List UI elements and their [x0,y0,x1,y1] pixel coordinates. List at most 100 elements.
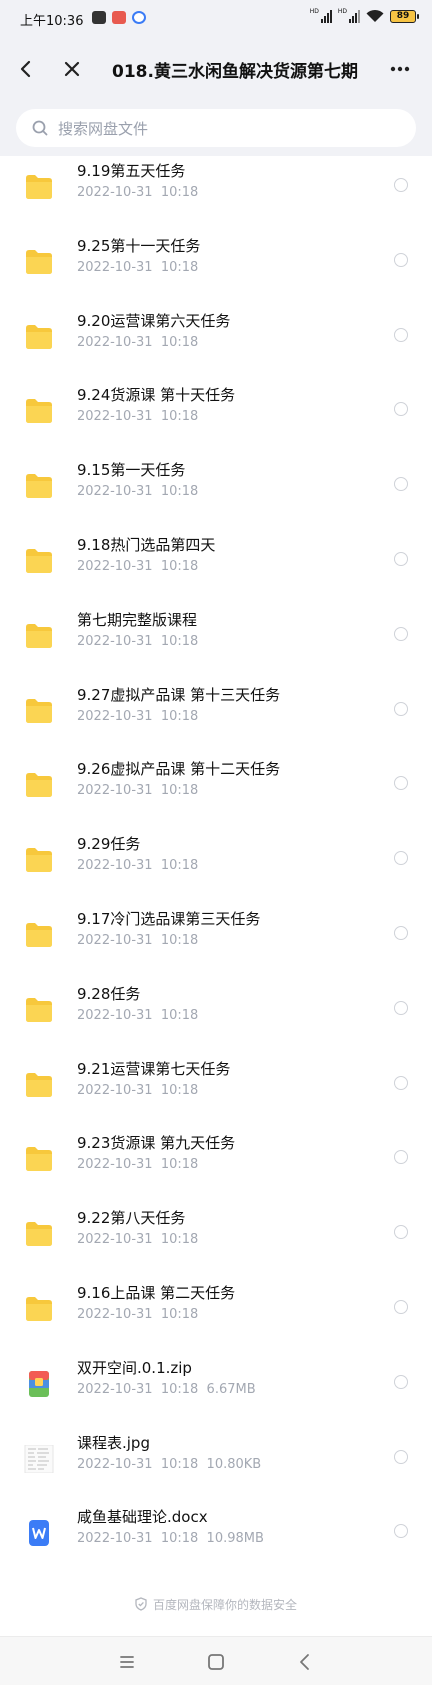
file-row[interactable]: 9.22第八天任务 2022-10-31 10:18 [0,1203,432,1278]
select-radio[interactable] [394,477,408,492]
file-row[interactable]: 9.19第五天任务 2022-10-31 10:18 [0,156,432,231]
file-meta: 2022-10-31 10:18 [77,185,199,200]
shield-icon [135,1597,147,1614]
file-row[interactable]: 9.18热门选品第四天 2022-10-31 10:18 [0,530,432,605]
battery-icon: 89 [390,9,419,23]
file-row[interactable]: 9.21运营课第七天任务 2022-10-31 10:18 [0,1054,432,1129]
file-row[interactable]: 课程表.jpg 2022-10-31 10:18 10.80KB [0,1428,432,1503]
file-meta: 2022-10-31 10:18 [77,484,199,500]
close-button[interactable] [56,53,88,85]
file-meta: 2022-10-31 10:18 [77,558,199,574]
file-row[interactable]: 9.17冷门选品课第三天任务 2022-10-31 10:18 [0,904,432,979]
notification-icons [92,11,146,24]
select-radio[interactable] [394,701,408,716]
file-meta: 2022-10-31 10:18 10.80KB [77,1456,262,1472]
file-row[interactable]: 9.27虚拟产品课 第十三天任务 2022-10-31 10:18 [0,680,432,755]
file-name: 9.27虚拟产品课 第十三天任务 [77,685,281,704]
search-icon [32,120,48,136]
select-radio[interactable] [394,851,408,866]
file-meta: 2022-10-31 10:18 6.67MB [77,1381,256,1397]
file-row[interactable]: 第七期完整版课程 2022-10-31 10:18 [0,605,432,680]
file-name: 9.25第十一天任务 [77,236,201,255]
file-meta: 2022-10-31 10:18 [77,633,199,649]
file-row[interactable]: 9.29任务 2022-10-31 10:18 [0,829,432,904]
select-radio[interactable] [394,776,408,791]
file-name: 课程表.jpg [77,1433,150,1452]
home-square-icon [208,1654,224,1670]
folder-icon [24,846,54,874]
file-row[interactable]: 9.16上品课 第二天任务 2022-10-31 10:18 [0,1278,432,1353]
select-radio[interactable] [394,1075,408,1090]
select-radio[interactable] [394,1000,408,1015]
file-row[interactable]: 9.26虚拟产品课 第十二天任务 2022-10-31 10:18 [0,754,432,829]
word-file-icon [24,1519,54,1547]
system-back-button[interactable] [294,1651,316,1673]
home-button[interactable] [205,1651,227,1673]
folder-icon [24,1145,54,1173]
file-name: 9.23货源课 第九天任务 [77,1134,236,1153]
folder-icon [24,1295,54,1323]
folder-icon [24,323,54,351]
select-radio[interactable] [394,925,408,940]
select-radio[interactable] [394,1225,408,1240]
recents-button[interactable] [116,1651,138,1673]
security-footer: 百度网盘保障你的数据安全 [0,1596,432,1614]
file-name: 9.22第八天任务 [77,1209,186,1228]
more-button[interactable] [384,53,416,85]
file-row[interactable]: 双开空间.0.1.zip 2022-10-31 10:18 6.67MB [0,1353,432,1428]
zip-file-icon [24,1370,54,1398]
file-name: 9.21运营课第七天任务 [77,1059,231,1078]
back-triangle-icon [300,1654,309,1670]
page-title: 018.黄三水闲鱼解决货源第七期 [112,62,358,82]
file-name: 9.17冷门选品课第三天任务 [77,909,261,928]
select-radio[interactable] [394,626,408,641]
select-radio[interactable] [394,327,408,342]
file-name: 9.16上品课 第二天任务 [77,1283,236,1302]
folder-icon [24,547,54,575]
back-button[interactable] [10,53,42,85]
file-meta: 2022-10-31 10:18 [77,1306,199,1322]
file-row[interactable]: 9.25第十一天任务 2022-10-31 10:18 [0,231,432,306]
signal-icon: HD [310,9,332,23]
folder-icon [24,173,54,201]
folder-icon [24,397,54,425]
image-file-icon [24,1444,54,1474]
file-name: 9.29任务 [77,835,141,854]
folder-icon [24,921,54,949]
select-radio[interactable] [394,402,408,417]
file-row[interactable]: 9.23货源课 第九天任务 2022-10-31 10:18 [0,1128,432,1203]
file-list: 9.19第五天任务 2022-10-31 10:18 9.25第十一天任务 2022-… [0,156,432,1577]
select-radio[interactable] [394,1150,408,1165]
wifi-icon [366,9,384,22]
select-radio[interactable] [394,1374,408,1389]
back-arrow-icon [20,60,31,78]
file-name: 第七期完整版课程 [77,610,198,629]
select-radio[interactable] [394,1524,408,1539]
file-name: 9.15第一天任务 [77,461,186,480]
select-radio[interactable] [394,252,408,267]
file-row[interactable]: 咸鱼基础理论.docx 2022-10-31 10:18 10.98MB [0,1502,432,1577]
search-input[interactable]: 搜索网盘文件 [16,109,416,147]
file-row[interactable]: 9.20运营课第六天任务 2022-10-31 10:18 [0,306,432,381]
file-name: 双开空间.0.1.zip [77,1358,192,1377]
folder-icon [24,996,54,1024]
select-radio[interactable] [394,178,408,192]
file-meta: 2022-10-31 10:18 [77,858,199,874]
footer-text: 百度网盘保障你的数据安全 [152,1598,297,1612]
status-bar: 上午10:36 HD HD 89 [0,0,432,38]
folder-icon [24,472,54,500]
file-row[interactable]: 9.15第一天任务 2022-10-31 10:18 [0,455,432,530]
file-meta: 2022-10-31 10:18 [77,409,199,425]
folder-icon [24,1220,54,1248]
file-row[interactable]: 9.24货源课 第十天任务 2022-10-31 10:18 [0,380,432,455]
select-radio[interactable] [394,1449,408,1464]
file-name: 9.28任务 [77,984,141,1003]
select-radio[interactable] [394,551,408,566]
file-meta: 2022-10-31 10:18 [77,932,199,948]
file-row[interactable]: 9.28任务 2022-10-31 10:18 [0,979,432,1054]
select-radio[interactable] [394,1299,408,1314]
app-notification-icon [112,11,126,24]
close-icon [64,61,80,77]
status-indicators: HD HD 89 [310,9,419,23]
file-meta: 2022-10-31 10:18 [77,783,199,799]
